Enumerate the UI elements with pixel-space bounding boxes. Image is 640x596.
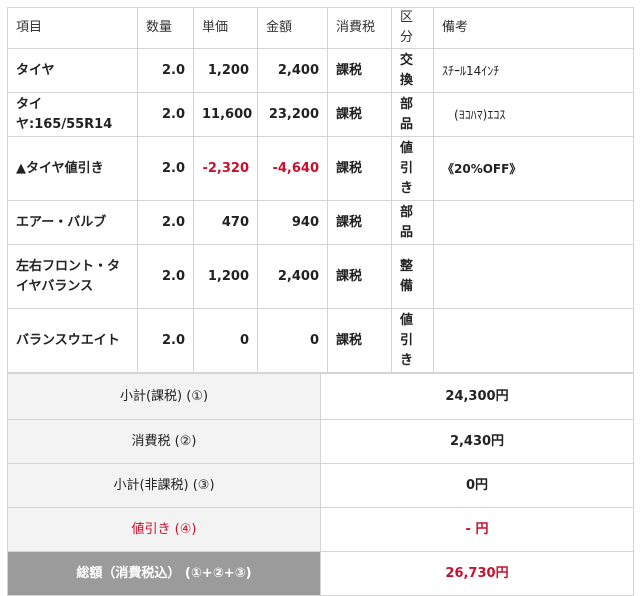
item-qty: 2.0 [137, 48, 194, 93]
item-tax: 課税 [327, 48, 392, 93]
item-tax: 課税 [327, 200, 392, 245]
estimate-table-wrapper: 項目 数量 単価 金額 消費税 区分 備考 タイヤ 2.0 1,200 2,40… [7, 7, 634, 596]
item-type: 部品 [391, 92, 434, 137]
item-name: ▲タイヤ値引き [7, 136, 138, 201]
item-tax: 課税 [327, 308, 392, 373]
item-name: バランスウエイト [7, 308, 138, 373]
item-tax: 課税 [327, 92, 392, 137]
subtotal-nontaxable-value: 0円 [320, 463, 634, 508]
consumption-tax-label: 消費税 (②) [7, 419, 321, 464]
subtotal-taxable-label: 小計(課税) (①) [7, 373, 321, 420]
item-note [433, 200, 634, 245]
item-amount: 940 [257, 200, 328, 245]
header-note: 備考 [433, 7, 634, 49]
item-name: タイヤ [7, 48, 138, 93]
item-name: エアー・バルブ [7, 200, 138, 245]
item-amount: -4,640 [257, 136, 328, 201]
subtotal-nontaxable-row: 小計(非課税) (③) 0円 [7, 463, 634, 508]
subtotal-taxable-value: 24,300円 [320, 373, 634, 420]
item-type: 整備 [391, 244, 434, 309]
consumption-tax-row: 消費税 (②) 2,430円 [7, 419, 634, 464]
item-unit: 470 [193, 200, 258, 245]
item-qty: 2.0 [137, 308, 194, 373]
grand-total-row: 総額（消費税込） (①+②+③) 26,730円 [7, 551, 634, 596]
item-unit: 0 [193, 308, 258, 373]
discount-value: - 円 [320, 507, 634, 552]
item-note: ｽﾁｰﾙ14ｲﾝﾁ [433, 48, 634, 93]
table-row: バランスウエイト 2.0 0 0 課税 値引き [7, 308, 634, 373]
grand-total-value: 26,730円 [320, 551, 634, 596]
totals-table: 小計(課税) (①) 24,300円 消費税 (②) 2,430円 小計(非課税… [7, 373, 634, 596]
item-note: (ﾖｺﾊﾏ)ｴｺｽ [433, 92, 634, 137]
header-item: 項目 [7, 7, 138, 49]
item-name: 左右フロント・タイヤバランス [7, 244, 138, 309]
item-tax: 課税 [327, 244, 392, 309]
item-unit: 1,200 [193, 244, 258, 309]
item-qty: 2.0 [137, 200, 194, 245]
header-type: 区分 [391, 7, 434, 49]
item-tax: 課税 [327, 136, 392, 201]
item-name: タイヤ:165/55R14 [7, 92, 138, 137]
header-amount: 金額 [257, 7, 328, 49]
header-qty: 数量 [137, 7, 194, 49]
header-tax: 消費税 [327, 7, 392, 49]
item-qty: 2.0 [137, 136, 194, 201]
item-amount: 2,400 [257, 244, 328, 309]
discount-row: 値引き (④) - 円 [7, 507, 634, 552]
header-row: 項目 数量 単価 金額 消費税 区分 備考 [7, 7, 634, 49]
table-row: ▲タイヤ値引き 2.0 -2,320 -4,640 課税 値引き 《20%OFF… [7, 136, 634, 201]
item-note: 《20%OFF》 [433, 136, 634, 201]
item-unit: 11,600 [193, 92, 258, 137]
item-unit: -2,320 [193, 136, 258, 201]
item-qty: 2.0 [137, 244, 194, 309]
item-amount: 2,400 [257, 48, 328, 93]
item-type: 交換 [391, 48, 434, 93]
header-unit-price: 単価 [193, 7, 258, 49]
item-type: 部品 [391, 200, 434, 245]
item-amount: 23,200 [257, 92, 328, 137]
table-row: タイヤ 2.0 1,200 2,400 課税 交換 ｽﾁｰﾙ14ｲﾝﾁ [7, 48, 634, 93]
subtotal-nontaxable-label: 小計(非課税) (③) [7, 463, 321, 508]
item-note [433, 308, 634, 373]
item-qty: 2.0 [137, 92, 194, 137]
item-type: 値引き [391, 136, 434, 201]
consumption-tax-value: 2,430円 [320, 419, 634, 464]
table-row: 左右フロント・タイヤバランス 2.0 1,200 2,400 課税 整備 [7, 244, 634, 309]
discount-label: 値引き (④) [7, 507, 321, 552]
item-amount: 0 [257, 308, 328, 373]
table-row: エアー・バルブ 2.0 470 940 課税 部品 [7, 200, 634, 245]
line-items-table: 項目 数量 単価 金額 消費税 区分 備考 タイヤ 2.0 1,200 2,40… [7, 7, 634, 373]
table-row: タイヤ:165/55R14 2.0 11,600 23,200 課税 部品 (ﾖ… [7, 92, 634, 137]
grand-total-label: 総額（消費税込） (①+②+③) [7, 551, 321, 596]
subtotal-taxable-row: 小計(課税) (①) 24,300円 [7, 373, 634, 420]
item-unit: 1,200 [193, 48, 258, 93]
item-type: 値引き [391, 308, 434, 373]
item-note [433, 244, 634, 309]
